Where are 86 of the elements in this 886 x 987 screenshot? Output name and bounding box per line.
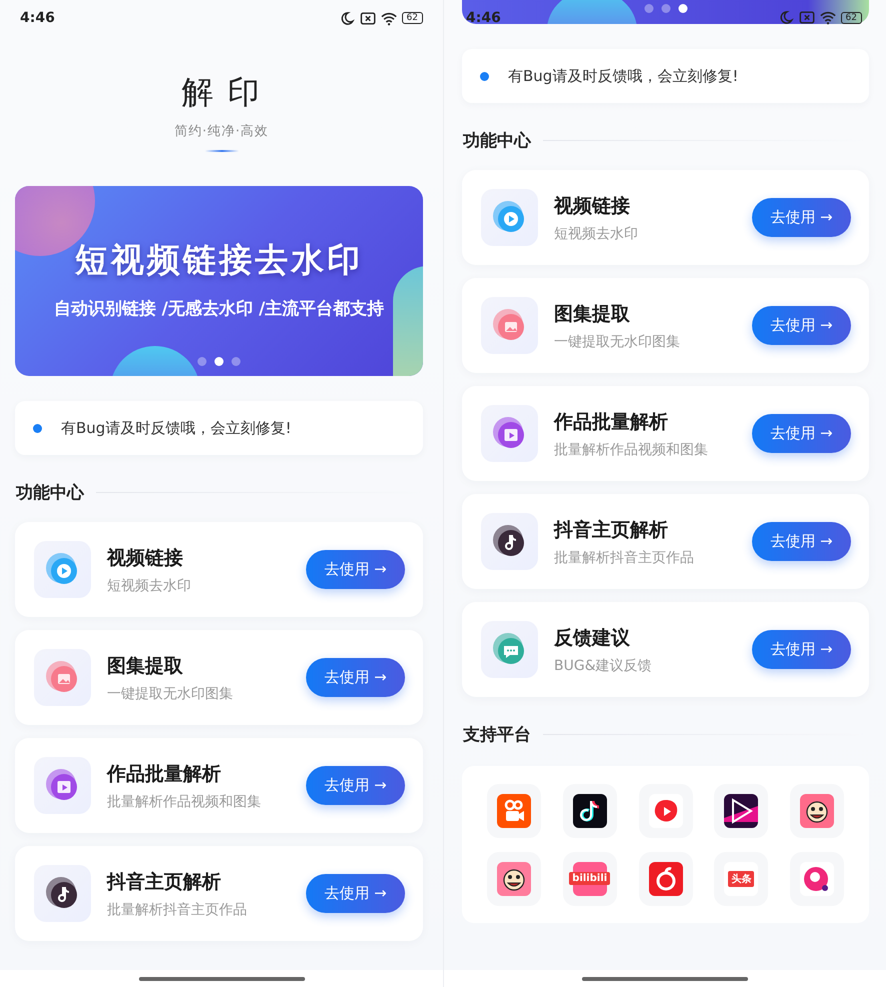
feature-card[interactable]: 抖音主页解析 批量解析抖音主页作品 去使用 → [462,494,869,589]
feature-title: 图集提取 [554,302,631,326]
platform-tile[interactable]: bilibili [562,852,617,906]
use-button[interactable]: 去使用 → [752,522,851,561]
feature-description: 批量解析作品视频和图集 [554,440,708,458]
section-title: 功能中心 [463,130,531,152]
notice-text: 有Bug请及时反馈哦，会立刻修复! [508,66,738,86]
section-title: 支持平台 [463,724,531,746]
feature-description: 批量解析抖音主页作品 [554,548,694,566]
banner-title: 短视频链接去水印 [75,239,363,281]
app-slogan: 简约·纯净·高效 [174,123,269,140]
platform-tile[interactable]: 头条 [714,852,768,906]
platform-tile[interactable] [487,852,541,906]
status-time: 4:46 [466,10,501,26]
platform-tile[interactable] [790,784,844,838]
platform-logo-text: 头条 [728,870,754,886]
feature-card[interactable]: 视频链接 短视频去水印 去使用 → [15,522,423,617]
use-button[interactable]: 去使用 → [306,550,405,589]
feature-description: 一键提取无水印图集 [107,684,233,702]
feature-description: 一键提取无水印图集 [554,332,680,350]
carousel-dot[interactable] [198,357,206,366]
feature-icon [34,649,91,706]
wifi-icon [820,10,836,25]
use-button[interactable]: 去使用 → [306,658,405,697]
feature-card[interactable]: 作品批量解析 批量解析作品视频和图集 去使用 → [15,738,423,833]
platform-tile[interactable] [638,784,692,838]
home-indicator[interactable] [138,976,304,980]
notice-text: 有Bug请及时反馈哦，会立刻修复! [61,418,292,438]
feature-description: BUG&建议反馈 [554,656,652,674]
carousel-dot[interactable] [644,4,653,13]
no-sim-icon [798,10,815,25]
feature-description: 批量解析作品视频和图集 [107,792,261,810]
carousel-dot[interactable] [678,4,687,13]
no-sim-icon [360,10,376,26]
feature-title: 抖音主页解析 [554,518,669,542]
feature-title: 作品批量解析 [107,762,222,786]
banner-subtitle: 自动识别链接 /无感去水印 /主流平台都支持 [54,298,384,320]
feature-icon [481,405,538,462]
platform-logo-text: bilibili [569,872,610,885]
wifi-icon [380,10,397,26]
feature-title: 反馈建议 [554,626,631,650]
feature-icon [481,189,538,246]
feature-icon [34,541,91,598]
carousel-dot[interactable] [232,357,240,366]
feature-title: 抖音主页解析 [107,870,222,894]
use-button[interactable]: 去使用 → [306,766,405,805]
feature-title: 视频链接 [554,194,631,218]
use-button[interactable]: 去使用 → [306,874,405,913]
use-button[interactable]: 去使用 → [752,630,851,669]
app-title: 解 印 [181,72,262,112]
moon-icon [778,10,794,25]
platform-tile[interactable] [790,852,844,906]
feature-card[interactable]: 作品批量解析 批量解析作品视频和图集 去使用 → [462,386,869,481]
status-time: 4:46 [20,10,55,26]
feature-icon [481,513,538,570]
bullet-dot-icon [480,72,489,80]
carousel-dot[interactable] [661,4,670,13]
feature-title: 图集提取 [107,654,184,678]
feature-card[interactable]: 图集提取 一键提取无水印图集 去使用 → [462,278,869,373]
platform-tile[interactable] [714,784,768,838]
feature-title: 视频链接 [107,546,184,570]
feature-card[interactable]: 视频链接 短视频去水印 去使用 → [462,170,869,265]
platform-tile[interactable] [562,784,617,838]
bullet-dot-icon [33,424,42,432]
platform-tile[interactable] [487,784,541,838]
feature-icon [481,621,538,678]
feature-title: 作品批量解析 [554,410,669,434]
carousel-dot[interactable] [214,357,224,366]
feature-icon [481,297,538,354]
feature-card[interactable]: 反馈建议 BUG&建议反馈 去使用 → [462,602,869,697]
feature-icon [34,757,91,814]
feature-description: 短视频去水印 [554,224,638,242]
feature-card[interactable]: 抖音主页解析 批量解析抖音主页作品 去使用 → [15,846,423,941]
section-title: 功能中心 [16,482,84,504]
moon-icon [338,10,355,26]
use-button[interactable]: 去使用 → [752,414,851,453]
feature-icon [34,865,91,922]
feature-card[interactable]: 图集提取 一键提取无水印图集 去使用 → [15,630,423,725]
platform-tile[interactable] [638,852,692,906]
use-button[interactable]: 去使用 → [752,306,851,345]
battery-icon: 62 [840,12,862,24]
feature-description: 短视频去水印 [107,576,191,594]
use-button[interactable]: 去使用 → [752,198,851,237]
battery-icon: 62 [402,12,423,24]
feature-description: 批量解析抖音主页作品 [107,900,247,918]
home-indicator[interactable] [582,976,748,980]
